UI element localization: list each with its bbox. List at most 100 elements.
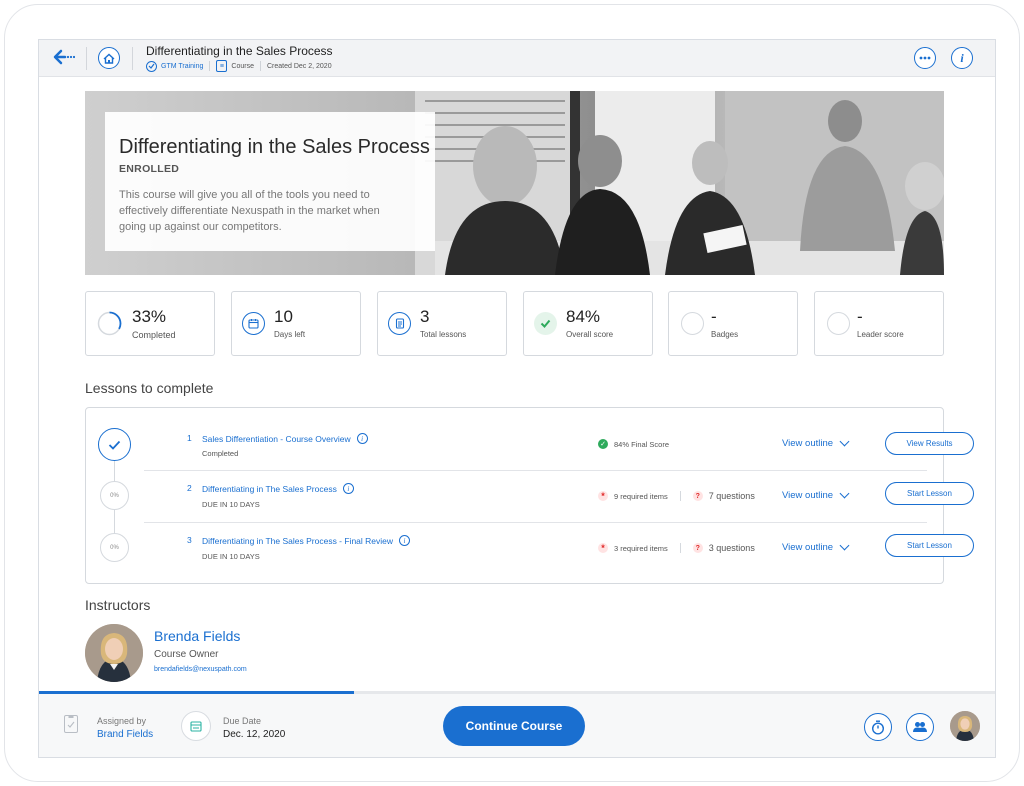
stat-total-lessons: 3 Total lessons xyxy=(377,291,507,356)
assigned-by-label: Assigned by xyxy=(97,716,147,726)
divider xyxy=(86,47,87,70)
required-icon: * xyxy=(598,543,608,553)
lesson-requirements: * 9 required items ? 7 questions xyxy=(598,491,755,501)
required-icon: * xyxy=(598,491,608,501)
chevron-down-icon xyxy=(839,488,850,499)
device-frame: Differentiating in the Sales Process GTM… xyxy=(4,4,1020,782)
final-score: ✓ 84% Final Score xyxy=(598,439,669,449)
home-icon[interactable] xyxy=(98,47,120,69)
stat-days-left: 10 Days left xyxy=(231,291,361,356)
question-count: 3 questions xyxy=(708,543,755,553)
stat-label: Total lessons xyxy=(420,330,467,339)
progress-ring: 0% xyxy=(100,481,129,510)
lesson-number: 1 xyxy=(187,433,192,443)
chevron-down-icon xyxy=(839,540,850,551)
stat-label: Overall score xyxy=(566,330,614,339)
gtm-tag[interactable]: GTM Training xyxy=(146,60,203,72)
stat-label: Days left xyxy=(274,330,306,339)
start-lesson-button[interactable]: Start Lesson xyxy=(885,482,974,505)
enrollment-status: ENROLLED xyxy=(119,163,180,175)
avatar[interactable] xyxy=(85,624,143,682)
lessons-list: 1 Sales Differentiation - Course Overvie… xyxy=(85,407,974,584)
view-outline-toggle[interactable]: View outline xyxy=(782,436,850,449)
back-arrow-icon[interactable] xyxy=(53,49,76,67)
course-description: This course will give you all of the too… xyxy=(119,189,380,233)
divider xyxy=(679,491,681,501)
continue-course-button[interactable]: Continue Course xyxy=(443,706,585,746)
stat-value: 84% xyxy=(566,307,601,326)
stat-value: 3 xyxy=(420,307,430,326)
lesson-title-link[interactable]: Differentiating in The Sales Process i xyxy=(202,483,354,494)
check-icon: ✓ xyxy=(598,439,608,449)
stat-completed: 33% Completed xyxy=(85,291,215,356)
user-avatar[interactable] xyxy=(950,711,980,741)
instructors-heading: Instructors xyxy=(85,597,151,613)
info-icon[interactable]: i xyxy=(399,535,411,546)
more-icon[interactable] xyxy=(914,47,936,69)
lesson-title: Differentiating in The Sales Process xyxy=(202,483,337,494)
lesson-requirements: * 3 required items ? 3 questions xyxy=(598,543,755,553)
required-count: 3 required items xyxy=(614,543,668,553)
lesson-title: Sales Differentiation - Course Overview xyxy=(202,433,351,444)
question-icon: ? xyxy=(692,491,703,501)
check-icon xyxy=(98,428,131,461)
course-meta: GTM Training ≡ Course Created Dec 2, 202… xyxy=(146,60,332,72)
divider xyxy=(209,61,211,71)
divider xyxy=(259,61,261,71)
stat-leader-score: - Leader score xyxy=(814,291,944,356)
calendar-icon xyxy=(242,312,265,335)
check-circle-icon xyxy=(146,60,157,72)
calendar-icon xyxy=(181,711,211,741)
list-item[interactable]: 0% 2 Differentiating in The Sales Proces… xyxy=(86,471,974,522)
timer-icon[interactable] xyxy=(864,713,892,741)
top-bar: Differentiating in the Sales Process GTM… xyxy=(39,40,995,77)
divider xyxy=(679,543,681,553)
lesson-title-link[interactable]: Sales Differentiation - Course Overview … xyxy=(202,433,368,444)
instructor-email[interactable]: brendafields@nexuspath.com xyxy=(154,666,247,673)
info-icon[interactable]: i xyxy=(342,483,354,494)
hero-title: Differentiating in the Sales Process xyxy=(119,136,430,158)
outline-label: View outline xyxy=(782,490,834,501)
instructor-role: Course Owner xyxy=(154,649,219,660)
view-outline-toggle[interactable]: View outline xyxy=(782,540,850,553)
chevron-down-icon xyxy=(839,436,850,447)
list-item[interactable]: 0% 3 Differentiating in The Sales Proces… xyxy=(86,523,974,574)
question-count: 7 questions xyxy=(708,491,755,501)
lesson-due: DUE IN 10 DAYS xyxy=(202,500,260,509)
lesson-number: 2 xyxy=(187,483,192,493)
lessons-heading: Lessons to complete xyxy=(85,380,214,396)
course-title: Differentiating in the Sales Process xyxy=(146,44,333,58)
info-icon[interactable]: i xyxy=(356,433,368,444)
view-outline-toggle[interactable]: View outline xyxy=(782,488,850,501)
stat-value: 10 xyxy=(274,307,293,326)
list-item[interactable]: 1 Sales Differentiation - Course Overvie… xyxy=(86,419,974,470)
due-date-label: Due Date xyxy=(223,716,262,726)
lesson-due: DUE IN 10 DAYS xyxy=(202,552,260,561)
leader-ring-icon xyxy=(827,312,850,335)
info-icon[interactable]: i xyxy=(951,47,973,69)
hero-banner: Differentiating in the Sales Process ENR… xyxy=(85,91,944,275)
lesson-title-link[interactable]: Differentiating in The Sales Process - F… xyxy=(202,535,411,546)
instructor-name[interactable]: Brenda Fields xyxy=(154,628,240,644)
clipboard-icon xyxy=(64,715,78,733)
group-icon[interactable] xyxy=(906,713,934,741)
assigned-by-value[interactable]: Brand Fields xyxy=(97,729,153,740)
view-results-button[interactable]: View Results xyxy=(885,432,974,455)
app-screen: Differentiating in the Sales Process GTM… xyxy=(38,39,996,758)
created-date: Created Dec 2, 2020 xyxy=(266,62,332,70)
question-icon: ? xyxy=(692,543,703,553)
lesson-status: Completed xyxy=(202,449,239,458)
divider xyxy=(132,47,133,70)
course-type: Course xyxy=(231,62,254,70)
stat-label: Completed xyxy=(132,330,176,340)
stat-badges: - Badges xyxy=(668,291,798,356)
hero-card: Differentiating in the Sales Process ENR… xyxy=(105,112,435,251)
bottom-bar: Assigned by Brand Fields Due Date Dec. 1… xyxy=(39,694,995,757)
required-count: 9 required items xyxy=(614,491,668,501)
lesson-title: Differentiating in The Sales Process - F… xyxy=(202,535,394,546)
stat-label: Leader score xyxy=(857,330,904,339)
check-circle-icon xyxy=(534,312,557,335)
stat-value: - xyxy=(857,307,863,326)
start-lesson-button[interactable]: Start Lesson xyxy=(885,534,974,557)
document-icon xyxy=(388,312,411,335)
